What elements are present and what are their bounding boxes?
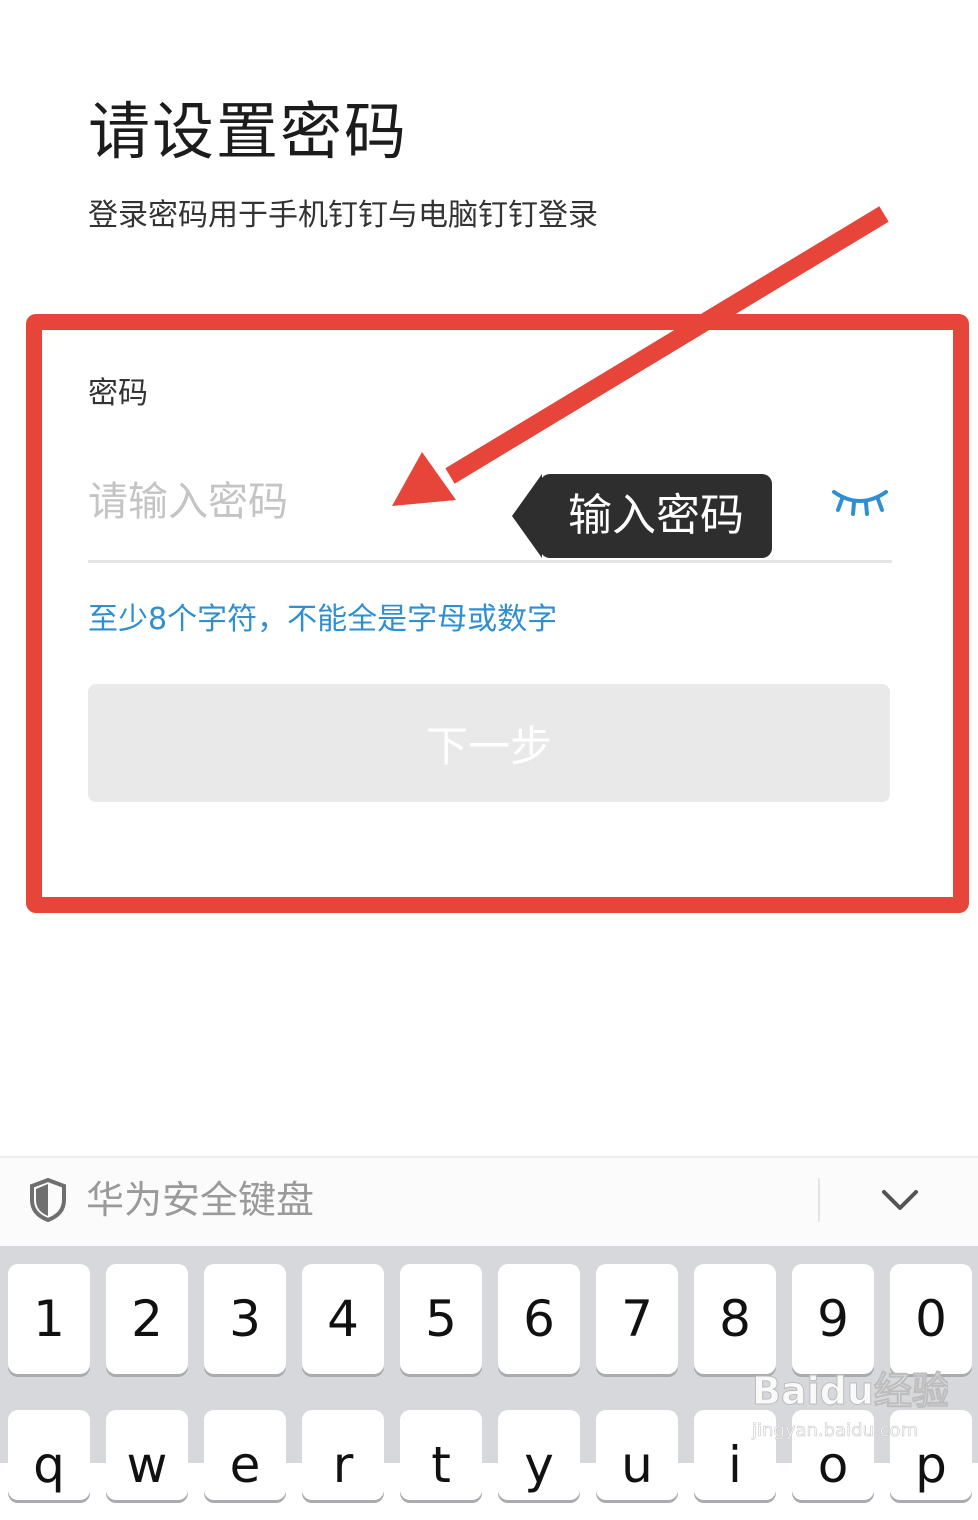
key-y[interactable]: y (498, 1410, 580, 1500)
password-label: 密码 (88, 376, 148, 411)
key-3[interactable]: 3 (204, 1264, 286, 1374)
key-2[interactable]: 2 (106, 1264, 188, 1374)
shield-icon (30, 1178, 66, 1222)
eye-closed-icon[interactable] (828, 480, 892, 520)
keyboard-header-divider (818, 1178, 820, 1222)
next-button[interactable]: 下一步 (88, 684, 890, 802)
key-4[interactable]: 4 (302, 1264, 384, 1374)
page-subtitle: 登录密码用于手机钉钉与电脑钉钉登录 (88, 198, 598, 233)
key-5[interactable]: 5 (400, 1264, 482, 1374)
key-e[interactable]: e (204, 1410, 286, 1500)
key-7[interactable]: 7 (596, 1264, 678, 1374)
annotation-tooltip: 输入密码 (540, 474, 772, 558)
key-6[interactable]: 6 (498, 1264, 580, 1374)
key-r[interactable]: r (302, 1410, 384, 1500)
key-u[interactable]: u (596, 1410, 678, 1500)
tooltip-tail (512, 474, 542, 558)
password-hint: 至少8个字符，不能全是字母或数字 (88, 602, 558, 637)
watermark-brand: Baidu经验 (752, 1369, 948, 1413)
page-title: 请设置密码 (88, 95, 409, 168)
key-t[interactable]: t (400, 1410, 482, 1500)
key-1[interactable]: 1 (8, 1264, 90, 1374)
keyboard-title: 华为安全键盘 (86, 1178, 315, 1222)
watermark-url: jingyan.baidu.com (751, 1420, 918, 1441)
password-underline (88, 560, 892, 563)
baidu-watermark: Baidu经验 jingyan.baidu.com (751, 1369, 948, 1442)
chevron-down-icon[interactable] (880, 1186, 920, 1214)
key-w[interactable]: w (106, 1410, 188, 1500)
key-q[interactable]: q (8, 1410, 90, 1500)
